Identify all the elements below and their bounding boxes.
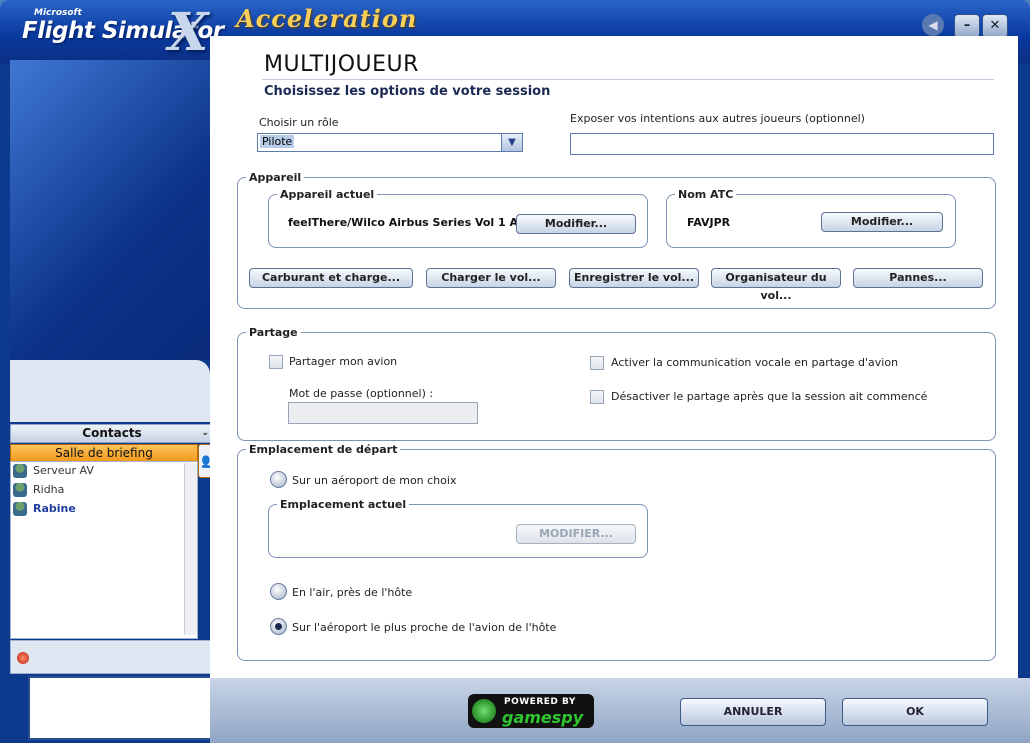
- page-title: MULTIJOUEUR: [264, 52, 419, 77]
- divider: [262, 79, 994, 80]
- ok-button[interactable]: OK: [842, 698, 988, 726]
- user-icon: [13, 483, 27, 497]
- room-tab[interactable]: Salle de briefing: [10, 444, 198, 462]
- close-icon[interactable]: ✕: [982, 14, 1008, 38]
- user-icon: [13, 502, 27, 516]
- partage-legend: Partage: [249, 326, 298, 339]
- chevron-down-icon[interactable]: ▼: [501, 134, 522, 151]
- nearest-airport-radio[interactable]: [270, 618, 287, 635]
- share-plane-checkbox[interactable]: [269, 355, 283, 369]
- logo-x: X: [168, 2, 209, 63]
- modify-atc-button[interactable]: Modifier...: [821, 212, 943, 232]
- modify-location-button[interactable]: MODIFIER...: [516, 524, 636, 544]
- left-panel-lower: [10, 360, 210, 422]
- role-select[interactable]: Pilote ▼: [257, 133, 523, 152]
- gamespy-logo: POWERED BY gamespy: [468, 694, 594, 728]
- page-subtitle: Choisissez les options de votre session: [264, 84, 551, 99]
- atc-legend: Nom ATC: [678, 188, 734, 201]
- logo-edition: Acceleration: [236, 4, 418, 33]
- list-item[interactable]: Serveur AV: [13, 462, 94, 480]
- nearest-airport-label: Sur l'aéroport le plus proche de l'avion…: [292, 621, 557, 634]
- minimize-icon[interactable]: –: [954, 14, 980, 38]
- gamespy-icon: [472, 699, 496, 723]
- contacts-list: Serveur AV Ridha Rabine: [10, 461, 198, 639]
- in-air-radio[interactable]: [270, 583, 287, 600]
- list-item[interactable]: Rabine: [13, 500, 76, 518]
- appareil-legend: Appareil: [249, 171, 302, 184]
- fuel-load-button[interactable]: Carburant et charge...: [249, 268, 413, 288]
- airport-choice-label: Sur un aéroport de mon choix: [292, 474, 457, 487]
- user-icon: [13, 464, 27, 478]
- list-item[interactable]: Ridha: [13, 481, 64, 499]
- failures-button[interactable]: Pannes...: [853, 268, 983, 288]
- chevron-down-icon: ⌄: [201, 428, 209, 438]
- gamespy-text: gamespy: [502, 708, 584, 727]
- disable-after-checkbox[interactable]: [590, 390, 604, 404]
- logo-brand: Microsoft: [34, 8, 82, 18]
- intentions-input[interactable]: [570, 133, 994, 155]
- current-aircraft-legend: Appareil actuel: [280, 188, 375, 201]
- left-decor-panel: [10, 60, 210, 360]
- modify-aircraft-button[interactable]: Modifier...: [516, 214, 636, 234]
- role-selected-value: Pilote: [260, 135, 295, 148]
- cancel-button[interactable]: ANNULER: [680, 698, 826, 726]
- share-plane-label: Partager mon avion: [289, 355, 398, 368]
- disable-after-label: Désactiver le partage après que la sessi…: [611, 390, 928, 403]
- status-icon[interactable]: [17, 652, 29, 664]
- password-field[interactable]: [288, 402, 478, 424]
- contacts-title: Contacts: [82, 426, 142, 440]
- scrollbar[interactable]: [184, 463, 197, 635]
- password-label: Mot de passe (optionnel) :: [289, 387, 434, 400]
- voice-label: Activer la communication vocale en parta…: [611, 356, 899, 369]
- depart-legend: Emplacement de départ: [249, 443, 398, 456]
- current-location-legend: Emplacement actuel: [280, 498, 407, 511]
- load-flight-button[interactable]: Charger le vol...: [426, 268, 556, 288]
- voice-checkbox[interactable]: [590, 356, 604, 370]
- contacts-footer: [10, 640, 214, 674]
- intentions-label: Exposer vos intentions aux autres joueur…: [570, 112, 865, 125]
- atc-value: FAVJPR: [687, 216, 731, 229]
- airport-choice-radio[interactable]: [270, 471, 287, 488]
- role-label: Choisir un rôle: [259, 116, 339, 129]
- in-air-label: En l'air, près de l'hôte: [292, 586, 413, 599]
- speaker-muted-icon[interactable]: ◀: [922, 14, 944, 36]
- powered-by-text: POWERED BY: [504, 697, 576, 707]
- contacts-header[interactable]: Contacts ⌄: [10, 424, 214, 443]
- save-flight-button[interactable]: Enregistrer le vol...: [569, 268, 699, 288]
- flight-planner-button[interactable]: Organisateur du vol...: [711, 268, 841, 302]
